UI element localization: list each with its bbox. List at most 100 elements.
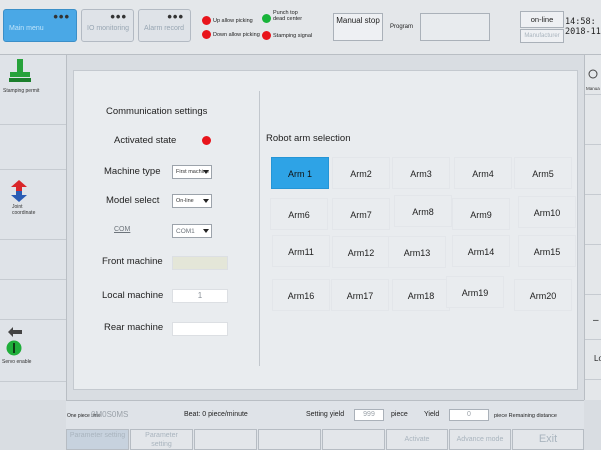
arm-13-button[interactable]: Arm13 bbox=[388, 236, 446, 268]
tab-label: IO monitoring bbox=[87, 25, 130, 32]
front-machine-field[interactable] bbox=[172, 256, 228, 270]
arm-18-button[interactable]: Arm18 bbox=[392, 279, 450, 311]
arm-11-button[interactable]: Arm11 bbox=[272, 235, 330, 267]
manual-mode-button[interactable]: Manua bbox=[585, 55, 601, 95]
arm-2-button[interactable]: Arm2 bbox=[332, 157, 390, 189]
arm-4-button[interactable]: Arm4 bbox=[454, 157, 512, 189]
beat-value: Beat: 0 piece/minute bbox=[184, 411, 248, 418]
model-select-value: On-line bbox=[176, 198, 194, 204]
arm-10-button[interactable]: Arm10 bbox=[518, 196, 576, 228]
stamping-permit-button[interactable]: Stamping permit bbox=[0, 55, 66, 125]
program-field[interactable] bbox=[420, 13, 490, 41]
arm-label: Arm2 bbox=[350, 169, 372, 179]
right-slot-lo[interactable]: Lo bbox=[585, 340, 601, 380]
empty-function-button[interactable] bbox=[322, 429, 385, 450]
clock-time: 14:58: bbox=[565, 17, 596, 27]
signal-label: Stamping signal bbox=[273, 32, 313, 39]
arm-8-button[interactable]: Arm8 bbox=[394, 195, 452, 227]
com-select[interactable]: COM1 bbox=[172, 224, 212, 238]
arm-label: Arm19 bbox=[461, 288, 489, 298]
online-button[interactable]: on-line bbox=[520, 11, 564, 28]
right-empty-slot bbox=[585, 195, 601, 245]
signal-label: Down allow picking bbox=[213, 31, 260, 38]
model-select-select[interactable]: On-line bbox=[172, 194, 212, 208]
tab-io-monitoring[interactable]: ••• IO monitoring bbox=[81, 9, 134, 42]
yield-label: Yield bbox=[424, 411, 440, 418]
tab-alarm-record[interactable]: ••• Alarm record bbox=[138, 9, 191, 42]
green-indicator-icon bbox=[262, 14, 271, 23]
arm-17-button[interactable]: Arm17 bbox=[331, 279, 389, 311]
parameter-setting-button[interactable]: Parameter setting bbox=[66, 429, 129, 450]
servo-enable-button[interactable]: Servo enable bbox=[0, 320, 66, 382]
advance-mode-button[interactable]: Advance mode bbox=[449, 429, 511, 450]
arm-label: Arm3 bbox=[410, 169, 432, 179]
arm-15-button[interactable]: Arm15 bbox=[518, 235, 576, 267]
arm-14-button[interactable]: Arm14 bbox=[452, 235, 510, 267]
empty-function-button[interactable] bbox=[194, 429, 257, 450]
signal-label: Punch top dead center bbox=[273, 10, 303, 22]
activate-button[interactable]: Activate bbox=[386, 429, 448, 450]
one-piece-time-value: 0M0S0MS bbox=[91, 410, 129, 419]
local-machine-field[interactable]: 1 bbox=[172, 289, 228, 303]
tab-label: Main menu bbox=[9, 25, 44, 32]
arm-label: Arm14 bbox=[467, 247, 495, 257]
arm-16-button[interactable]: Arm16 bbox=[272, 279, 330, 311]
remaining-distance-label: piece Remaining distance bbox=[494, 413, 557, 419]
chevron-down-icon bbox=[203, 229, 209, 233]
arm-label: Arm17 bbox=[346, 291, 374, 301]
setting-yield-label: Setting yield bbox=[306, 411, 345, 418]
signal-down-allow-picking: Down allow picking bbox=[202, 30, 260, 39]
manual-label: Manua bbox=[586, 86, 600, 91]
arm-label: Arm6 bbox=[288, 210, 310, 220]
arm-5-button[interactable]: Arm5 bbox=[514, 157, 572, 189]
chevron-down-icon bbox=[203, 170, 209, 174]
arm-19-button[interactable]: Arm19 bbox=[446, 276, 504, 308]
yield-value: 0 bbox=[467, 411, 471, 418]
more-dots-icon: ••• bbox=[167, 9, 184, 24]
left-empty-slot bbox=[0, 280, 66, 320]
clock: 14:58: 2018-11 bbox=[565, 17, 601, 37]
manual-stop-label: Manual stop bbox=[336, 16, 380, 25]
setting-yield-field[interactable]: 999 bbox=[354, 409, 384, 421]
exit-button[interactable]: Exit bbox=[512, 429, 584, 450]
arm-3-button[interactable]: Arm3 bbox=[392, 157, 450, 189]
right-empty-slot bbox=[585, 245, 601, 295]
robot-arm-selection-title: Robot arm selection bbox=[266, 133, 351, 144]
arm-6-button[interactable]: Arm6 bbox=[270, 198, 328, 230]
arm-label: Arm16 bbox=[287, 291, 315, 301]
power-icon bbox=[6, 340, 22, 356]
left-empty-slot bbox=[0, 240, 66, 280]
right-slot-dash[interactable]: – bbox=[585, 295, 601, 340]
right-sidebar: Manua – Lo bbox=[584, 55, 601, 400]
piece-label: piece bbox=[391, 411, 408, 418]
front-machine-label: Front machine bbox=[102, 256, 163, 267]
arm-label: Arm20 bbox=[529, 291, 557, 301]
arm-label: Arm4 bbox=[472, 169, 494, 179]
online-label: on-line bbox=[530, 15, 554, 24]
arm-7-button[interactable]: Arm7 bbox=[332, 198, 390, 230]
arm-1-button[interactable]: Arm 1 bbox=[271, 157, 329, 189]
manufacturer-button[interactable]: Manufacturer bbox=[520, 29, 564, 43]
arm-20-button[interactable]: Arm20 bbox=[514, 279, 572, 311]
stamping-label: Stamping permit bbox=[3, 88, 40, 94]
manual-stop-button[interactable]: Manual stop bbox=[333, 13, 383, 41]
chevron-down-icon bbox=[203, 199, 209, 203]
button-label: Advance mode bbox=[456, 436, 504, 443]
local-machine-value: 1 bbox=[197, 291, 203, 300]
machine-type-select[interactable]: First machine bbox=[172, 165, 212, 179]
panel-divider bbox=[259, 91, 260, 366]
arm-label: Arm8 bbox=[412, 207, 434, 217]
rear-machine-field[interactable] bbox=[172, 322, 228, 336]
joint-coordinate-button[interactable]: Joint coordinate bbox=[0, 170, 66, 240]
yield-field[interactable]: 0 bbox=[449, 409, 489, 421]
parameter-setting-button-2[interactable]: Parameter setting bbox=[130, 429, 193, 450]
arm-12-button[interactable]: Arm12 bbox=[332, 236, 390, 268]
arm-9-button[interactable]: Arm9 bbox=[452, 198, 510, 230]
button-label: Exit bbox=[538, 433, 558, 445]
left-sidebar: Stamping permit Joint coordinate Servo e… bbox=[0, 55, 67, 400]
arm-label: Arm15 bbox=[533, 247, 561, 257]
arm-label: Arm18 bbox=[407, 291, 435, 301]
main-panel: Communication settings Activated state M… bbox=[73, 70, 578, 390]
empty-function-button[interactable] bbox=[258, 429, 321, 450]
tab-main-menu[interactable]: ••• Main menu bbox=[3, 9, 77, 42]
